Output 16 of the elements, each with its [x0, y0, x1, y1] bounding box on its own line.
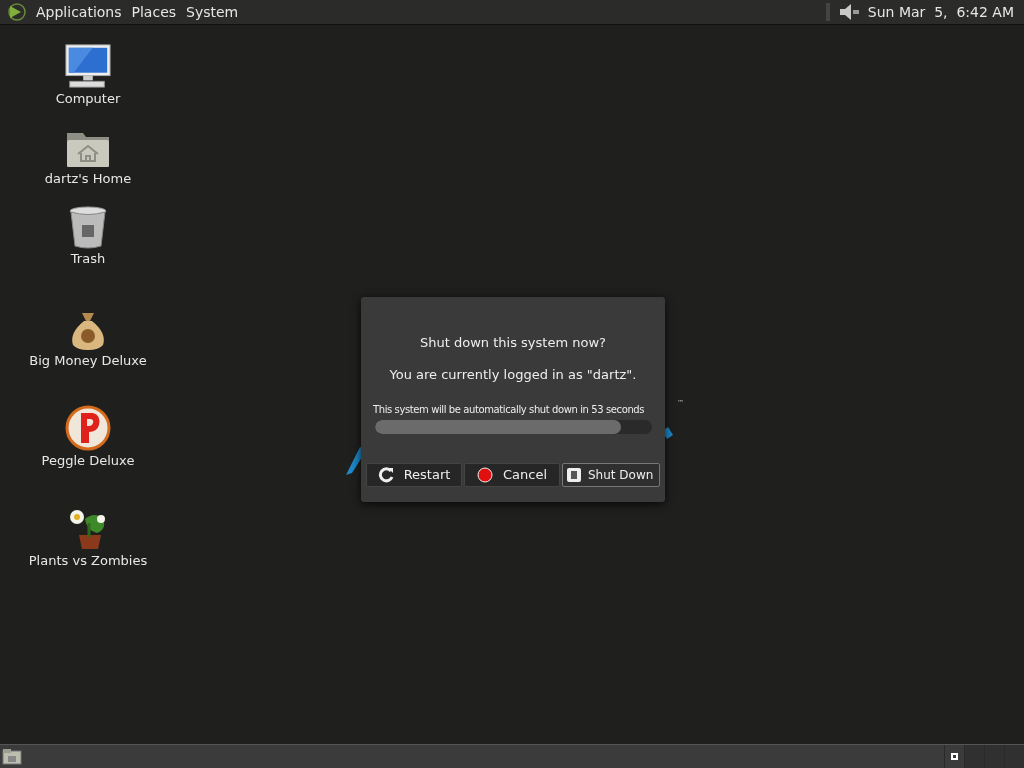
- clock[interactable]: Sun Mar 5, 6:42 AM: [867, 1, 1014, 23]
- menu-item[interactable]: Places: [128, 1, 180, 23]
- menu-item[interactable]: System: [183, 1, 242, 23]
- dialog-message: You are currently logged in as "dartz".: [389, 365, 637, 384]
- restart-button[interactable]: Restart: [366, 463, 462, 487]
- menu-item[interactable]: Applications: [33, 1, 125, 23]
- cancel-button[interactable]: Cancel: [464, 463, 560, 487]
- desktop-icon-label[interactable]: Computer: [55, 91, 121, 107]
- desktop-icon-label[interactable]: Big Money Deluxe: [29, 353, 147, 369]
- countdown-text: This system will be automatically shut down in 53 seconds: [373, 403, 645, 417]
- shutdown-button[interactable]: Shut Down: [562, 463, 660, 487]
- dialog-title: Shut down this system now?: [420, 334, 606, 352]
- desktop-icon-label[interactable]: dartz's Home: [44, 171, 132, 187]
- desktop-icon-label[interactable]: Peggle Deluxe: [41, 453, 135, 469]
- desktop-icon-label[interactable]: Plants vs Zombies: [28, 553, 148, 569]
- desktop-icon-label[interactable]: Trash: [70, 251, 106, 267]
